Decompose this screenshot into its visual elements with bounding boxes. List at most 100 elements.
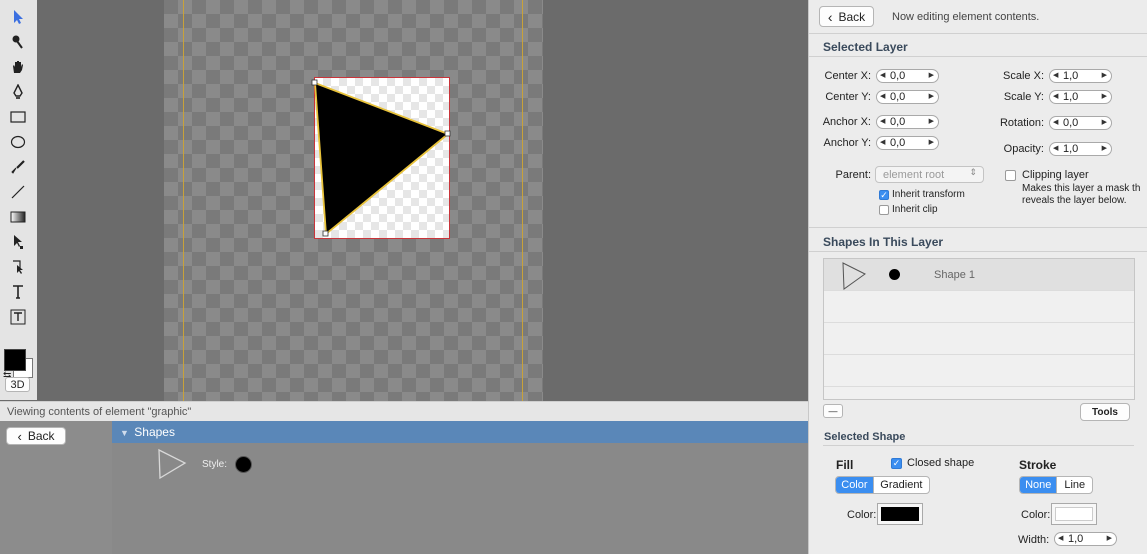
anchor-y-label: Anchor Y: <box>823 137 872 149</box>
bottom-left-area: ‹ Back <box>0 421 112 554</box>
scale-y-value[interactable]: 1,0 <box>1063 91 1078 103</box>
stroke-title: Stroke <box>1019 458 1057 472</box>
width-value[interactable]: 1,0 <box>1068 533 1083 545</box>
rotation-value[interactable]: 0,0 <box>1063 117 1078 129</box>
rotation-stepper[interactable]: ◀ 0,0 ▶ <box>1049 116 1112 130</box>
right-guide <box>522 0 523 401</box>
inherit-transform-checkbox[interactable]: ✓ <box>879 190 889 200</box>
convert-anchor-icon[interactable] <box>8 257 28 277</box>
parent-select[interactable]: element root ⇕ <box>875 166 984 183</box>
tools-palette: ⇆ 3D <box>0 0 38 400</box>
back-label: Back <box>27 429 55 443</box>
anchor-y-stepper[interactable]: ◀ 0,0 ▶ <box>876 136 939 150</box>
anchor-handle[interactable] <box>322 230 329 237</box>
status-text: Viewing contents of element "graphic" <box>7 406 192 418</box>
selected-layer-title: Selected Layer <box>823 40 908 54</box>
left-guide <box>183 0 184 401</box>
canvas-area[interactable] <box>37 0 808 401</box>
status-bar: Viewing contents of element "graphic" <box>0 401 808 422</box>
panel-back-button[interactable]: ‹ Back <box>819 6 874 27</box>
scale-x-label: Scale X: <box>1003 70 1044 82</box>
fill-mode-gradient[interactable]: Gradient <box>872 477 929 493</box>
anchor-handle[interactable] <box>444 130 451 137</box>
selected-shape-title: Selected Shape <box>824 431 906 443</box>
tools-button[interactable]: Tools <box>1080 403 1130 421</box>
rotation-label: Rotation: <box>999 117 1044 129</box>
select-arrow-icon[interactable] <box>8 7 28 27</box>
paintbrush-icon[interactable] <box>8 157 28 177</box>
text-box-icon[interactable] <box>8 307 28 327</box>
fill-mode-color[interactable]: Color <box>836 477 873 493</box>
stroke-color-swatch <box>1055 507 1093 521</box>
gradient-icon[interactable] <box>8 207 28 227</box>
shape-list: Shape 1 <box>823 258 1135 400</box>
style-swatch[interactable] <box>235 456 252 473</box>
anchor-handle[interactable] <box>311 79 318 86</box>
center-x-value[interactable]: 0,0 <box>890 70 905 82</box>
stroke-color-well[interactable] <box>1051 503 1097 525</box>
divider <box>809 56 1147 57</box>
scale-x-value[interactable]: 1,0 <box>1063 70 1078 82</box>
rectangle-icon[interactable] <box>8 107 28 127</box>
pen-icon[interactable] <box>8 82 28 102</box>
disclosure-triangle-icon: ▼ <box>120 428 129 438</box>
parent-label: Parent: <box>835 169 871 181</box>
scale-x-stepper[interactable]: ◀ 1,0 ▶ <box>1049 69 1112 83</box>
updown-chevron-icon: ⇕ <box>969 167 977 177</box>
scale-y-stepper[interactable]: ◀ 1,0 ▶ <box>1049 90 1112 104</box>
remove-shape-button[interactable]: — <box>823 404 843 418</box>
clipping-layer-checkbox[interactable] <box>1005 170 1016 181</box>
clipping-note-2: reveals the layer below. <box>1022 195 1127 206</box>
brush-icon[interactable] <box>8 32 28 52</box>
bottom-back-button[interactable]: ‹ Back <box>6 427 66 445</box>
list-item[interactable]: Shape 1 <box>824 259 1134 291</box>
inherit-clip-checkbox[interactable] <box>879 205 889 215</box>
shape-name: Shape 1 <box>934 269 975 281</box>
center-y-stepper[interactable]: ◀ 0,0 ▶ <box>876 90 939 104</box>
shapes-header[interactable]: ▼ Shapes <box>112 421 808 443</box>
fill-color-swatch[interactable] <box>4 349 26 371</box>
fill-color-well[interactable] <box>877 503 923 525</box>
stroke-mode-line[interactable]: Line <box>1056 477 1092 493</box>
list-item <box>824 323 1134 355</box>
ellipse-icon[interactable] <box>8 132 28 152</box>
triangle-shape[interactable] <box>307 74 457 244</box>
anchor-x-stepper[interactable]: ◀ 0,0 ▶ <box>876 115 939 129</box>
fill-mode-segmented: Color Gradient <box>835 476 930 494</box>
list-item <box>824 355 1134 387</box>
anchor-x-label: Anchor X: <box>822 116 871 128</box>
style-label: Style: <box>202 459 228 470</box>
fill-title: Fill <box>836 458 854 472</box>
list-item <box>824 291 1134 323</box>
inspector-panel: ‹ Back Now editing element contents. Sel… <box>808 0 1147 554</box>
closed-shape-checkbox[interactable]: ✓ <box>891 458 902 469</box>
divider <box>809 251 1147 252</box>
hand-icon[interactable] <box>8 57 28 77</box>
direct-select-icon[interactable] <box>8 232 28 252</box>
back-label: Back <box>838 9 866 24</box>
editing-note: Now editing element contents. <box>892 11 1040 23</box>
shape-style-dot <box>889 269 900 280</box>
center-x-label: Center X: <box>824 70 871 82</box>
anchor-x-value[interactable]: 0,0 <box>890 116 905 128</box>
center-x-stepper[interactable]: ◀ 0,0 ▶ <box>876 69 939 83</box>
opacity-stepper[interactable]: ◀ 1,0 ▶ <box>1049 142 1112 156</box>
stroke-mode-none[interactable]: None <box>1020 477 1057 493</box>
shapes-header-label: Shapes <box>134 425 175 439</box>
center-y-value[interactable]: 0,0 <box>890 91 905 103</box>
opacity-value[interactable]: 1,0 <box>1063 143 1078 155</box>
anchor-y-value[interactable]: 0,0 <box>890 137 905 149</box>
3d-toggle-button[interactable]: 3D <box>5 377 30 392</box>
closed-shape-label: Closed shape <box>907 457 975 469</box>
text-icon[interactable] <box>8 282 28 302</box>
width-stepper[interactable]: ◀ 1,0 ▶ <box>1054 532 1117 546</box>
line-icon[interactable] <box>8 182 28 202</box>
inherit-transform-label: Inherit transform <box>892 189 965 200</box>
triangle-thumbnail-icon <box>842 262 866 290</box>
parent-value: element root <box>883 169 945 181</box>
stroke-mode-segmented: None Line <box>1019 476 1093 494</box>
triangle-thumbnail-icon[interactable] <box>156 448 188 480</box>
fill-color-swatch <box>881 507 919 521</box>
shapes-in-layer-title: Shapes In This Layer <box>823 235 944 249</box>
stroke-color-label: Color: <box>1021 509 1051 521</box>
